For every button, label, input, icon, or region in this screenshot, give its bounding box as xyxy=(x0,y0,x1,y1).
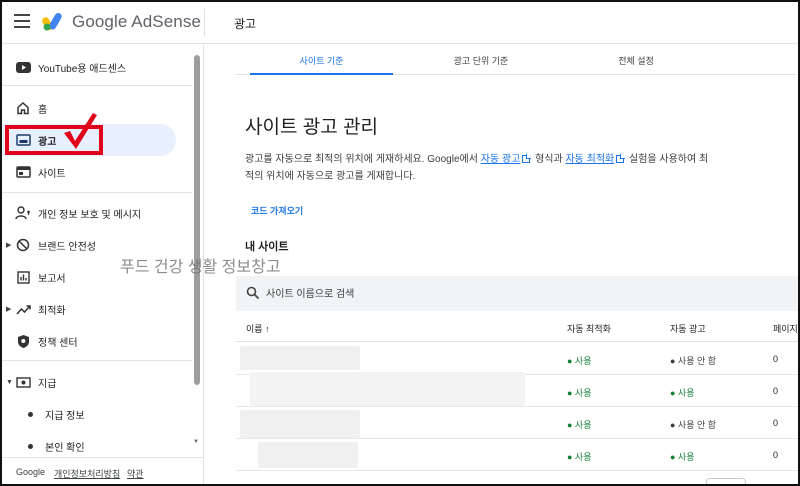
sidebar-item-label: 지급 xyxy=(38,378,57,390)
active-tab-indicator xyxy=(250,73,393,75)
desc-text: 광고를 자동으로 최적의 위치에 게재하세요. Google에서 xyxy=(245,154,481,165)
auto-ads-status: ● 사용 안 함 xyxy=(670,420,717,430)
sidebar-item-optimize[interactable]: ▶ 최적화 xyxy=(0,294,190,324)
footer-google: Google xyxy=(16,467,46,477)
page-header-title: 광고 xyxy=(234,17,257,31)
get-code-button[interactable]: 코드 가져오기 xyxy=(251,204,303,217)
sidebar-item-label: 홈 xyxy=(38,104,48,116)
bullet-icon xyxy=(28,443,33,449)
redacted-site-name xyxy=(250,372,525,406)
watermark-text: 푸드 건강 생활 정보창고 xyxy=(120,259,281,276)
tab-by-ad-unit[interactable]: 광고 단위 기준 xyxy=(406,45,556,75)
terms-link[interactable]: 약관 xyxy=(127,469,144,479)
redacted-site-name xyxy=(240,346,360,370)
expand-caret-icon[interactable]: ▶ xyxy=(6,241,11,249)
sidebar-item-label: 브랜드 안전성 xyxy=(38,241,96,253)
pages-count: 0 xyxy=(773,354,779,364)
auto-optimize-status: ● 사용 xyxy=(567,388,592,398)
collapse-caret-icon[interactable]: ▼ xyxy=(6,379,13,386)
optimize-icon xyxy=(15,301,31,317)
app-brand: Google AdSense xyxy=(72,12,201,31)
section-title-my-sites: 내 사이트 xyxy=(245,241,289,253)
auto-optimize-status: ● 사용 xyxy=(567,420,592,430)
desc-text: 형식과 xyxy=(532,154,566,165)
sidebar-divider xyxy=(0,360,192,361)
column-header-auto-optimize[interactable]: 자동 최적화 xyxy=(567,322,611,335)
sidebar-item-label: YouTube용 애드센스 xyxy=(38,63,127,75)
youtube-icon xyxy=(15,59,31,75)
external-link-icon xyxy=(522,155,531,163)
home-icon xyxy=(15,100,31,116)
sidebar-footer: Google 개인정보처리방침 약관 xyxy=(0,457,204,486)
header-divider xyxy=(204,8,205,36)
sidebar-item-label: 보고서 xyxy=(38,273,66,285)
auto-optimize-status: ● 사용 xyxy=(567,356,592,366)
checkmark-annotation-icon xyxy=(64,113,97,149)
block-icon xyxy=(15,237,31,253)
tab-global-settings[interactable]: 전체 설정 xyxy=(566,45,706,75)
sidebar-divider xyxy=(0,85,192,86)
auto-optimize-status: ● 사용 xyxy=(567,452,592,462)
column-header-auto-ads[interactable]: 자동 광고 xyxy=(670,322,706,335)
pages-count: 0 xyxy=(773,450,779,460)
auto-ads-status: ● 사용 xyxy=(670,388,695,398)
auto-ads-status: ● 사용 xyxy=(670,452,695,462)
tab-by-site[interactable]: 사이트 기준 xyxy=(250,45,393,75)
reports-icon xyxy=(15,269,31,285)
privacy-icon xyxy=(15,205,31,221)
sidebar-item-label: 개인 정보 보호 및 메시지 xyxy=(38,209,142,221)
external-link-icon xyxy=(616,155,625,163)
sidebar-item-youtube[interactable]: YouTube용 애드센스 xyxy=(0,52,190,82)
privacy-policy-link[interactable]: 개인정보처리방침 xyxy=(54,469,120,479)
search-input[interactable] xyxy=(266,285,566,303)
pages-count: 0 xyxy=(773,418,779,428)
sidebar-divider xyxy=(0,192,192,193)
sidebar-item-label: 본인 확인 xyxy=(45,442,85,454)
sidebar-item-payments[interactable]: ▼ 지급 xyxy=(0,367,190,397)
auto-ads-status: ● 사용 안 함 xyxy=(670,356,717,366)
column-header-name[interactable]: 이름 ↑ xyxy=(246,322,270,335)
sidebar-scrollbar[interactable] xyxy=(194,55,200,385)
auto-optimize-link[interactable]: 자동 최적화 xyxy=(565,154,614,165)
sidebar-item-label: 정책 센터 xyxy=(38,337,78,349)
top-app-bar: Google AdSense 광고 xyxy=(0,0,800,44)
bullet-icon xyxy=(28,411,33,417)
sidebar-item-payment-info[interactable]: 지급 정보 xyxy=(0,399,190,429)
sites-icon xyxy=(15,164,31,180)
column-header-pages[interactable]: 페이지 xyxy=(773,322,798,335)
policy-icon xyxy=(15,333,31,349)
sidebar-item-label: 지급 정보 xyxy=(45,410,85,422)
sidebar-item-label: 사이트 xyxy=(38,168,66,180)
sidebar-item-label: 최적화 xyxy=(38,305,66,317)
site-search-bar[interactable] xyxy=(236,276,800,311)
redacted-site-name xyxy=(240,410,360,438)
search-icon xyxy=(246,286,260,300)
pages-count: 0 xyxy=(773,386,779,396)
table-header: 이름 ↑ 자동 최적화 자동 광고 페이지 xyxy=(236,312,800,342)
pagination-chip[interactable] xyxy=(706,478,746,486)
payments-icon xyxy=(15,374,31,390)
expand-caret-icon[interactable]: ▶ xyxy=(6,305,11,313)
page-description: 광고를 자동으로 최적의 위치에 게재하세요. Google에서 자동 광고 형… xyxy=(245,151,715,185)
adsense-logo-icon xyxy=(42,12,62,31)
sidebar-item-policy[interactable]: 정책 센터 xyxy=(0,326,190,356)
sidebar-item-sites[interactable]: 사이트 xyxy=(0,157,190,187)
sidebar-item-privacy[interactable]: 개인 정보 보호 및 메시지 xyxy=(0,198,190,228)
auto-ads-link[interactable]: 자동 광고 xyxy=(481,154,521,165)
ads-tabs: 사이트 기준 광고 단위 기준 전체 설정 xyxy=(236,45,796,75)
menu-icon[interactable] xyxy=(14,14,30,28)
redacted-site-name xyxy=(258,442,358,468)
scroll-down-arrow-icon[interactable]: ▼ xyxy=(193,439,199,445)
page-title: 사이트 광고 관리 xyxy=(245,117,378,138)
